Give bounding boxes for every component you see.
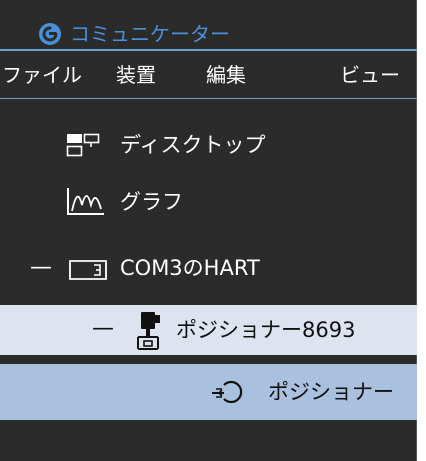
tree-item-graph[interactable]: グラフ [0, 181, 417, 223]
navigation-panel: コミュニケーター ファイル 装置 編集 ビュー ディスクトップ グラフ — CO… [0, 0, 417, 461]
positioner-function-icon [212, 380, 243, 404]
tree-item-graph-label: グラフ [120, 190, 183, 214]
tree-item-com3-label: COM3のHART [120, 256, 260, 280]
title-bar: コミュニケーター [0, 0, 417, 51]
tree-item-com3-hart[interactable]: — COM3のHART [0, 247, 417, 289]
menu-file[interactable]: ファイル [2, 63, 82, 87]
tree-item-desktop-label: ディスクトップ [120, 133, 266, 157]
menu-view[interactable]: ビュー [340, 63, 400, 87]
serial-port-icon [69, 260, 107, 280]
app-title: コミュニケーター [70, 22, 230, 46]
graph-icon [67, 188, 104, 215]
tree-item-desktop[interactable]: ディスクトップ [0, 124, 417, 166]
tree-item-positioner[interactable]: ポジショナー [0, 364, 417, 420]
menu-device[interactable]: 装置 [116, 63, 156, 87]
power-ring-icon [39, 23, 61, 45]
collapse-toggle[interactable]: — [30, 255, 52, 281]
desktop-windows-icon [66, 133, 100, 157]
collapse-toggle[interactable]: — [92, 316, 114, 342]
menu-bar: ファイル 装置 編集 ビュー [0, 51, 417, 99]
tree-item-positioner-8693-label: ポジショナー8693 [176, 318, 356, 342]
menu-edit[interactable]: 編集 [206, 63, 246, 87]
tree-item-positioner-label: ポジショナー [268, 380, 394, 404]
tree-item-positioner-8693[interactable]: — ポジショナー8693 [0, 305, 417, 355]
positioner-device-icon [137, 312, 160, 350]
